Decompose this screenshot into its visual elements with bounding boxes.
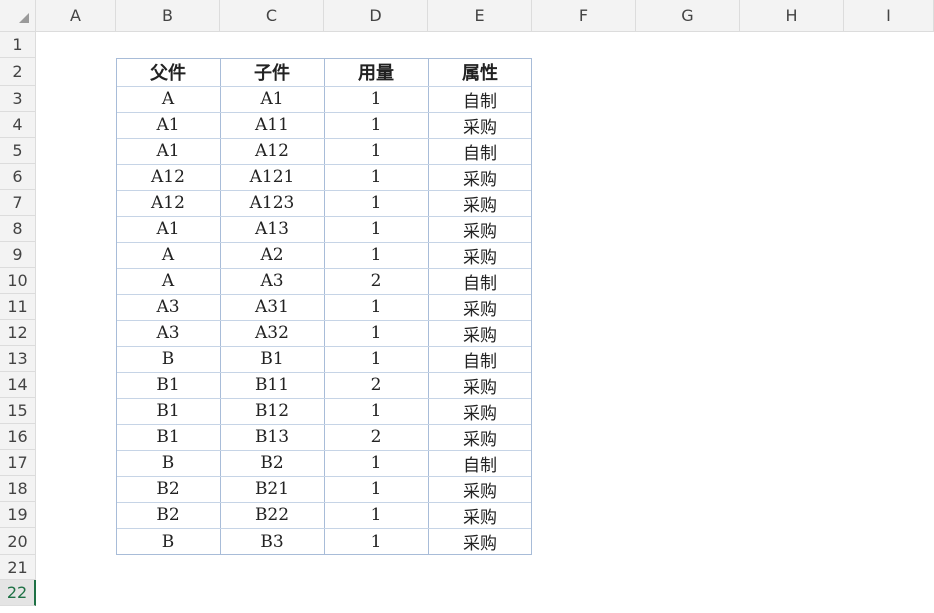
column-header-f[interactable]: F (532, 0, 636, 32)
column-header-h[interactable]: H (740, 0, 844, 32)
column-header-c[interactable]: C (220, 0, 324, 32)
row-header-21[interactable]: 21 (0, 555, 36, 580)
row-header-15[interactable]: 15 (0, 398, 36, 424)
column-header-i[interactable]: I (844, 0, 934, 32)
column-header-a[interactable]: A (36, 0, 116, 32)
column-header-d[interactable]: D (324, 0, 428, 32)
row-header-14[interactable]: 14 (0, 372, 36, 398)
select-all-corner[interactable] (0, 0, 36, 32)
row-header-20[interactable]: 20 (0, 528, 36, 555)
row-header-11[interactable]: 11 (0, 294, 36, 320)
row-header-8[interactable]: 8 (0, 216, 36, 242)
row-header-5[interactable]: 5 (0, 138, 36, 164)
row-header-7[interactable]: 7 (0, 190, 36, 216)
column-header-b[interactable]: B (116, 0, 220, 32)
row-header-4[interactable]: 4 (0, 112, 36, 138)
column-header-g[interactable]: G (636, 0, 740, 32)
column-header-e[interactable]: E (428, 0, 532, 32)
row-header-19[interactable]: 19 (0, 502, 36, 528)
row-header-10[interactable]: 10 (0, 268, 36, 294)
row-header-17[interactable]: 17 (0, 450, 36, 476)
row-header-3[interactable]: 3 (0, 86, 36, 112)
bom-table-border (116, 58, 532, 555)
row-header-13[interactable]: 13 (0, 346, 36, 372)
row-header-16[interactable]: 16 (0, 424, 36, 450)
select-all-triangle-icon (19, 13, 29, 23)
row-header-1[interactable]: 1 (0, 32, 36, 58)
row-header-12[interactable]: 12 (0, 320, 36, 346)
row-header-9[interactable]: 9 (0, 242, 36, 268)
row-header-2[interactable]: 2 (0, 58, 36, 86)
row-header-6[interactable]: 6 (0, 164, 36, 190)
row-header-18[interactable]: 18 (0, 476, 36, 502)
row-header-22[interactable]: 22 (0, 580, 36, 606)
